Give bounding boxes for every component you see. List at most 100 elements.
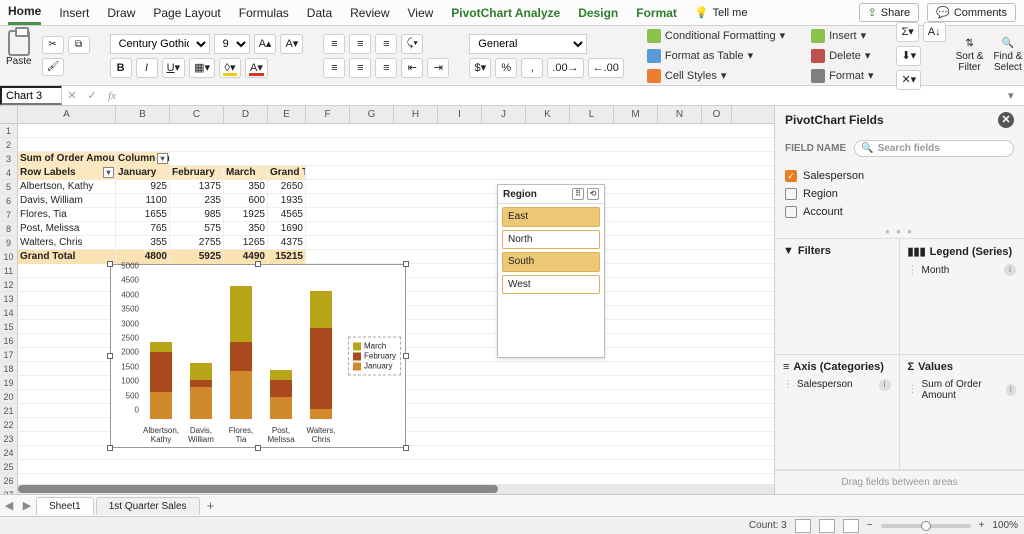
percent-button[interactable]: %: [495, 58, 517, 78]
bar-segment[interactable]: [310, 409, 332, 419]
row-header[interactable]: 19: [0, 376, 18, 390]
row-header[interactable]: 24: [0, 446, 18, 460]
enter-formula-button[interactable]: ✓: [82, 89, 102, 102]
zone-axis[interactable]: ≡Axis (Categories) Salespersoni: [775, 355, 900, 471]
bar-stack[interactable]: [270, 370, 292, 419]
cell[interactable]: 925: [116, 180, 170, 194]
resize-handle[interactable]: [107, 445, 113, 451]
bar-segment[interactable]: [310, 328, 332, 408]
row-header[interactable]: 10: [0, 250, 18, 264]
expand-formula-bar-button[interactable]: ▾: [1008, 89, 1024, 102]
field-item[interactable]: Account: [785, 203, 1014, 221]
row-header[interactable]: 16: [0, 334, 18, 348]
row-header[interactable]: 17: [0, 348, 18, 362]
comma-button[interactable]: ,: [521, 58, 543, 78]
bar-segment[interactable]: [150, 352, 172, 392]
cell[interactable]: 350: [224, 180, 268, 194]
tab-pivotchart-analyze[interactable]: PivotChart Analyze: [451, 6, 560, 20]
inc-decimal-button[interactable]: .00→: [547, 58, 583, 78]
cell[interactable]: February: [170, 166, 224, 180]
cell[interactable]: 1655: [116, 208, 170, 222]
add-sheet-button[interactable]: +: [202, 498, 220, 513]
row-header[interactable]: 7: [0, 208, 18, 222]
cell[interactable]: Post, Melissa: [18, 222, 116, 236]
row-header[interactable]: 14: [0, 306, 18, 320]
cell-styles-button[interactable]: Cell Styles ▾: [644, 68, 788, 84]
format-cells-button[interactable]: Format ▾: [808, 68, 876, 84]
indent-inc-button[interactable]: ⇥: [427, 58, 449, 78]
underline-button[interactable]: U▾: [162, 58, 185, 78]
cell[interactable]: 355: [116, 236, 170, 250]
cell[interactable]: 1935: [268, 194, 306, 208]
fill-button[interactable]: ⬇▾: [896, 46, 921, 66]
field-list[interactable]: ✓SalespersonRegionAccount: [775, 163, 1024, 225]
cell[interactable]: 575: [170, 222, 224, 236]
multi-select-icon[interactable]: ⠿: [572, 188, 584, 200]
sort-filter-button[interactable]: ⇅Sort & Filter: [956, 38, 984, 73]
font-name-select[interactable]: Century Gothic (B…: [110, 34, 210, 54]
cell[interactable]: Grand Total: [268, 166, 306, 180]
cell[interactable]: Sum of Order Amount: [18, 152, 116, 166]
row-header[interactable]: 1: [0, 124, 18, 138]
bar-segment[interactable]: [150, 342, 172, 352]
cancel-formula-button[interactable]: ✕: [62, 89, 82, 102]
zoom-slider[interactable]: [881, 524, 971, 528]
tellme[interactable]: 💡Tell me: [695, 6, 748, 19]
slicer-item[interactable]: West: [502, 275, 600, 294]
search-fields-input[interactable]: 🔍Search fields: [854, 140, 1014, 157]
tab-review[interactable]: Review: [350, 6, 389, 20]
cut-button[interactable]: ✂: [42, 36, 64, 54]
row-header[interactable]: 5: [0, 180, 18, 194]
col-header[interactable]: C: [170, 106, 224, 124]
cell[interactable]: January: [116, 166, 170, 180]
delete-cells-button[interactable]: Delete ▾: [808, 48, 876, 64]
checkbox[interactable]: [785, 188, 797, 200]
borders-button[interactable]: ▦▾: [189, 58, 215, 78]
cell[interactable]: 4490: [224, 250, 268, 264]
select-all-corner[interactable]: [0, 106, 18, 123]
col-header[interactable]: N: [658, 106, 702, 124]
chart-legend[interactable]: MarchFebruaryJanuary: [348, 337, 401, 376]
col-header[interactable]: K: [526, 106, 570, 124]
row-header[interactable]: 23: [0, 432, 18, 446]
clear-filter-icon[interactable]: ⟲: [587, 188, 599, 200]
autosum-button[interactable]: Σ▾: [896, 22, 918, 42]
cell[interactable]: 1925: [224, 208, 268, 222]
zone-legend[interactable]: ▮▮▮Legend (Series) Monthi: [900, 239, 1024, 355]
formula-input[interactable]: [122, 86, 1008, 105]
cell[interactable]: 1265: [224, 236, 268, 250]
zone-values[interactable]: ΣValues Sum of Order Amounti: [900, 355, 1024, 471]
col-header[interactable]: A: [18, 106, 116, 124]
tab-data[interactable]: Data: [307, 6, 332, 20]
cell[interactable]: 600: [224, 194, 268, 208]
currency-button[interactable]: $▾: [469, 58, 491, 78]
checkbox[interactable]: [785, 206, 797, 218]
indent-dec-button[interactable]: ⇤: [401, 58, 423, 78]
resize-handle[interactable]: [403, 445, 409, 451]
row-header[interactable]: 12: [0, 278, 18, 292]
col-header[interactable]: J: [482, 106, 526, 124]
row-header[interactable]: 9: [0, 236, 18, 250]
share-button[interactable]: ⇪Share: [859, 3, 920, 22]
cell[interactable]: Grand Total: [18, 250, 116, 264]
row-header[interactable]: 18: [0, 362, 18, 376]
find-select-button[interactable]: 🔍Find & Select: [993, 38, 1022, 73]
cell[interactable]: Davis, William: [18, 194, 116, 208]
bar-segment[interactable]: [190, 380, 212, 387]
bar-segment[interactable]: [150, 392, 172, 419]
info-icon[interactable]: i: [1004, 264, 1016, 276]
sheet-nav-prev[interactable]: ◀: [0, 499, 18, 512]
font-color-button[interactable]: A▾: [245, 58, 268, 78]
resize-handle[interactable]: [107, 261, 113, 267]
bar-stack[interactable]: [150, 342, 172, 419]
sheet-tab[interactable]: 1st Quarter Sales: [96, 497, 200, 515]
filter-dropdown-icon[interactable]: ▾: [157, 153, 168, 164]
cell[interactable]: Row Labels▾: [18, 166, 116, 180]
bar-segment[interactable]: [230, 371, 252, 419]
cell[interactable]: Albertson, Kathy: [18, 180, 116, 194]
row-header[interactable]: 13: [0, 292, 18, 306]
format-as-table-button[interactable]: Format as Table ▾: [644, 48, 788, 64]
name-box[interactable]: [0, 86, 62, 105]
comments-button[interactable]: 💬Comments: [927, 3, 1016, 22]
fx-button[interactable]: fx: [102, 90, 122, 102]
